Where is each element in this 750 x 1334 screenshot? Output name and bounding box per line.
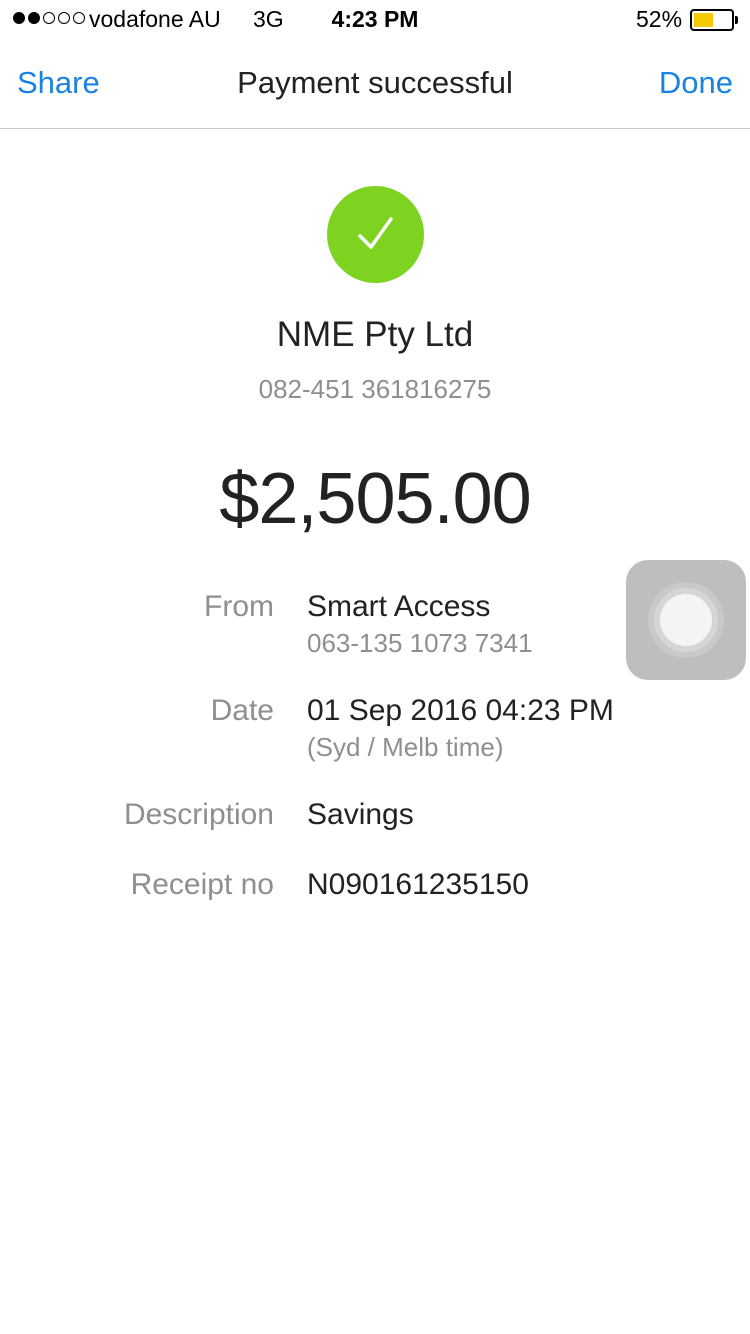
- from-account-name: Smart Access: [307, 590, 491, 623]
- share-button[interactable]: Share: [17, 65, 100, 101]
- date-value: 01 Sep 2016 04:23 PM: [307, 694, 614, 727]
- battery-percent: 52%: [636, 6, 683, 32]
- assistive-touch-ring-inner: [660, 594, 712, 646]
- description-label: Description: [123, 798, 274, 831]
- battery-level-fill: [694, 13, 713, 27]
- receipt-number: N090161235150: [307, 868, 529, 901]
- page-title: Payment successful: [237, 65, 513, 100]
- assistive-touch-icon[interactable]: [626, 560, 746, 680]
- from-account-number: 063-135 1073 7341: [307, 628, 533, 658]
- payee-name: NME Pty Ltd: [276, 315, 474, 354]
- timezone-note: (Syd / Melb time): [307, 732, 504, 762]
- done-button[interactable]: Done: [659, 65, 733, 101]
- description-value: Savings: [307, 798, 414, 831]
- from-label: From: [204, 590, 274, 623]
- payment-amount: $2,505.00: [219, 459, 531, 539]
- battery-tip: [735, 16, 738, 24]
- payee-account-number: 082-451 361816275: [258, 374, 492, 404]
- success-checkmark-icon: [327, 186, 424, 283]
- date-label: Date: [210, 694, 274, 727]
- checkmark-icon: [358, 217, 393, 249]
- status-bar: vodafone AU 3G 4:23 PM 52%: [0, 0, 750, 40]
- battery-icon: [690, 9, 734, 31]
- navigation-bar: Payment successful Share Done: [0, 40, 750, 129]
- receipt-label: Receipt no: [130, 868, 274, 901]
